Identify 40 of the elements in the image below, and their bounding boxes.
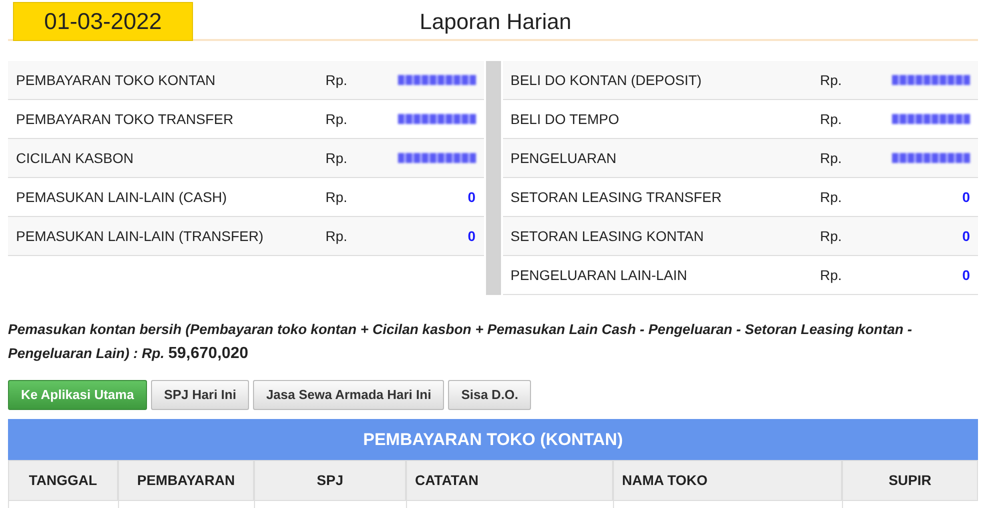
nav-button[interactable]: SPJ Hari Ini bbox=[150, 380, 250, 410]
nav-button[interactable]: Sisa D.O. bbox=[448, 380, 532, 410]
row-label: PEMASUKAN LAIN-LAIN (TRANSFER) bbox=[16, 226, 264, 246]
currency-label: Rp. bbox=[326, 148, 348, 168]
currency-label: Rp. bbox=[820, 110, 843, 129]
net-cash-summary: Pemasukan kontan bersih (Pembayaran toko kontan + Cicilan kasbon + Pemasukan Lain Cash - Pengeluaran - Setoran Leasing kontan - Pengeluaran Lain) : Rp. 59,670,020 bbox=[8, 320, 914, 364]
currency-label: Rp. bbox=[820, 148, 843, 168]
currency-label: Rp. bbox=[326, 226, 348, 246]
currency-label: Rp. bbox=[820, 188, 843, 207]
column-header: CATATAN bbox=[406, 460, 613, 501]
row-label: SETORAN LEASING TRANSFER bbox=[510, 188, 723, 206]
amount-value: 0 bbox=[962, 188, 970, 204]
amount-value: 0 bbox=[962, 228, 970, 244]
row-label: PENGELUARAN LAIN-LAIN bbox=[510, 266, 688, 284]
row-label: PENGELUARAN bbox=[510, 148, 618, 168]
column-header: SPJ bbox=[254, 460, 406, 501]
row-label: PEMBAYARAN TOKO TRANSFER bbox=[16, 110, 234, 128]
amount-value: 0 bbox=[468, 188, 476, 204]
table-title: PEMBAYARAN TOKO (KONTAN) bbox=[8, 418, 978, 460]
currency-label: Rp. bbox=[326, 70, 348, 90]
currency-label: Rp. bbox=[820, 226, 843, 246]
currency-label: Rp. bbox=[820, 70, 843, 90]
amount-value: 0 bbox=[468, 228, 476, 244]
nav-button[interactable]: Jasa Sewa Armada Hari Ini bbox=[253, 380, 444, 410]
row-label: SETORAN LEASING KONTAN bbox=[510, 226, 705, 246]
row-label: BELI DO TEMPO bbox=[510, 110, 620, 128]
column-header: NAMA TOKO bbox=[613, 460, 842, 501]
row-label: CICILAN KASBON bbox=[16, 148, 134, 168]
row-label: PEMBAYARAN TOKO KONTAN bbox=[16, 70, 216, 90]
amount-value: 0 bbox=[962, 266, 970, 282]
currency-label: Rp. bbox=[820, 266, 843, 285]
currency-label: Rp. bbox=[326, 110, 348, 129]
date-label: 01-03-2022 bbox=[13, 2, 193, 41]
page-title: Laporan Harian bbox=[418, 8, 572, 36]
column-header: PEMBAYARAN bbox=[118, 460, 254, 501]
column-header: SUPIR bbox=[842, 460, 978, 501]
column-header: TANGGAL bbox=[8, 460, 118, 501]
row-label: PEMASUKAN LAIN-LAIN (CASH) bbox=[16, 188, 228, 207]
currency-label: Rp. bbox=[326, 188, 348, 207]
row-label: BELI DO KONTAN (DEPOSIT) bbox=[510, 70, 703, 90]
